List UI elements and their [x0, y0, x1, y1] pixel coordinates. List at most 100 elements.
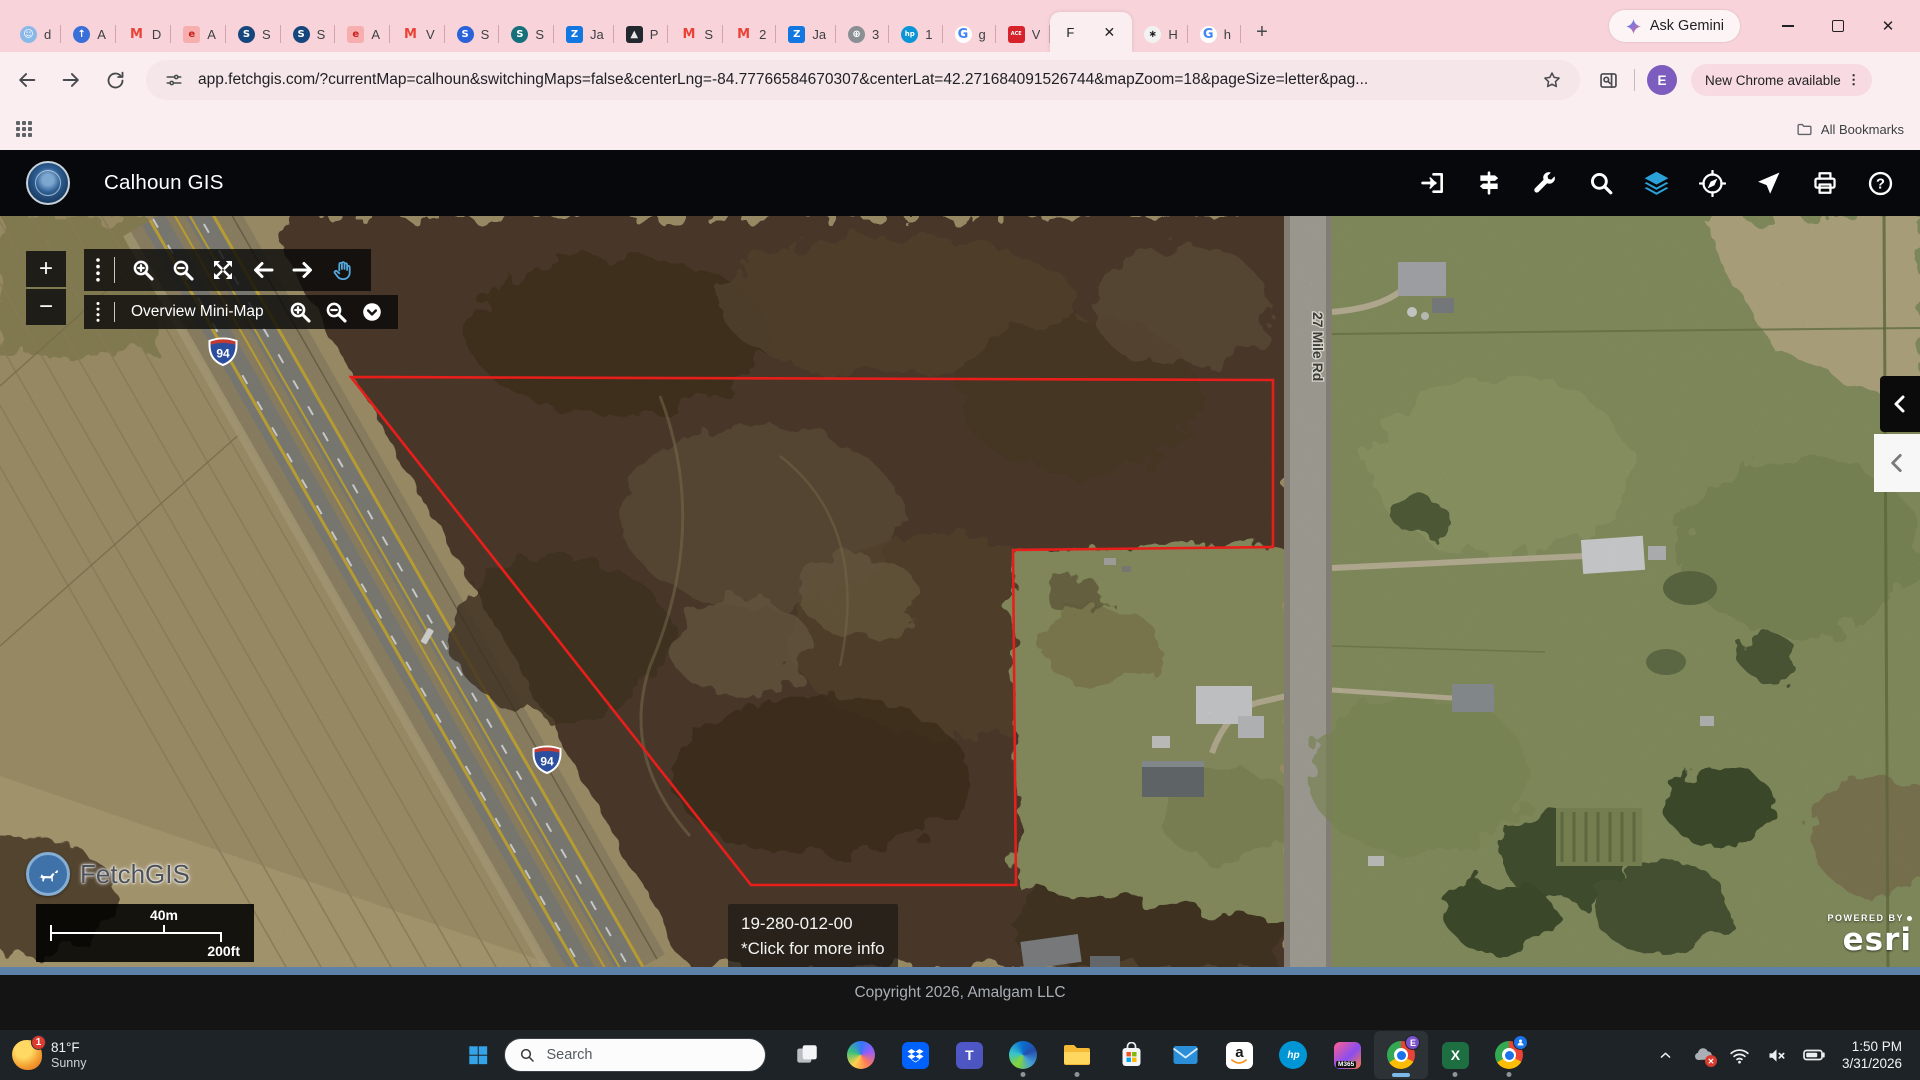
browser-tab[interactable]: ZJa — [776, 16, 836, 52]
taskbar-app-hp[interactable]: hp — [1266, 1031, 1320, 1079]
onedrive-error-icon[interactable]: ✕ — [1688, 1038, 1718, 1072]
taskbar-app-teams[interactable]: T — [942, 1031, 996, 1079]
browser-tab[interactable]: MD — [116, 16, 171, 52]
help-icon[interactable]: ? — [1867, 170, 1894, 197]
taskbar-app-dropbox[interactable] — [888, 1031, 942, 1079]
toolbar-divider — [114, 257, 115, 282]
refresh-button[interactable] — [98, 63, 132, 97]
send-icon[interactable] — [1755, 170, 1782, 197]
minimize-button[interactable] — [1778, 16, 1798, 36]
start-button[interactable] — [458, 1035, 498, 1075]
zoom-out-icon[interactable] — [163, 254, 203, 286]
wifi-icon[interactable] — [1725, 1038, 1755, 1072]
parcel-tooltip[interactable]: 19-280-012-00 *Click for more info — [728, 904, 898, 967]
arrow-right-icon[interactable] — [283, 254, 323, 286]
update-chrome-button[interactable]: New Chrome available ⋮ — [1691, 64, 1872, 96]
close-button[interactable]: ✕ — [1878, 16, 1898, 36]
browser-tab[interactable]: ∗H — [1132, 16, 1187, 52]
browser-tab[interactable]: MS — [668, 16, 723, 52]
svg-text:94: 94 — [216, 347, 230, 361]
weather-temperature: 81°F — [51, 1040, 86, 1056]
browser-tab[interactable]: eA — [335, 16, 390, 52]
forward-button[interactable] — [54, 63, 88, 97]
url-text[interactable]: app.fetchgis.com/?currentMap=calhoun&swi… — [198, 71, 1538, 89]
tray-expand-icon[interactable] — [1651, 1038, 1681, 1072]
tab-label: h — [1224, 27, 1231, 42]
print-icon[interactable] — [1811, 170, 1838, 197]
taskbar-app-excel[interactable]: X — [1428, 1031, 1482, 1079]
volume-muted-icon[interactable] — [1762, 1038, 1792, 1072]
browser-tab[interactable]: SS — [226, 16, 281, 52]
map-viewport[interactable]: 94 94 27 Mile Rd + − — [0, 216, 1920, 967]
horizontal-scrollbar[interactable] — [0, 967, 1920, 975]
bookmark-star-icon[interactable] — [1538, 66, 1566, 94]
browser-tab[interactable]: SS — [281, 16, 336, 52]
zoom-in-icon[interactable] — [123, 254, 163, 286]
sidebar-search-icon[interactable] — [1594, 66, 1622, 94]
address-bar[interactable]: app.fetchgis.com/?currentMap=calhoun&swi… — [146, 60, 1580, 100]
browser-tab[interactable]: ↑A — [61, 16, 116, 52]
sign-in-icon[interactable] — [1419, 170, 1446, 197]
extent-icon[interactable] — [203, 254, 243, 286]
taskbar-app-store[interactable] — [1104, 1031, 1158, 1079]
maximize-button[interactable] — [1828, 16, 1848, 36]
taskbar-search[interactable]: Search — [504, 1038, 766, 1072]
tab-close-icon[interactable]: ✕ — [1100, 23, 1118, 41]
layers-icon[interactable] — [1643, 170, 1670, 197]
browser-tab[interactable]: M2 — [723, 16, 776, 52]
browser-tab[interactable]: eA — [171, 16, 226, 52]
browser-tab-strip: ☺d↑AMDeASSSSeAMVSSSSZJa▲PMSM2ZJa⊕3hp1GgA… — [0, 0, 1920, 52]
browser-menu-icon[interactable]: ⋮ — [1841, 72, 1867, 88]
all-bookmarks-button[interactable]: All Bookmarks — [1796, 121, 1904, 138]
taskbar-app-m365[interactable]: M365 — [1320, 1031, 1374, 1079]
tools-icon[interactable] — [1531, 170, 1558, 197]
search-icon[interactable] — [1587, 170, 1614, 197]
taskbar-app-edge[interactable] — [996, 1031, 1050, 1079]
zoom-out-icon[interactable] — [318, 299, 354, 325]
fetchgis-logo[interactable]: FetchGIS — [26, 852, 190, 896]
taskbar-app-copilot[interactable] — [834, 1031, 888, 1079]
browser-tab[interactable]: Gg — [943, 16, 996, 52]
browser-tab[interactable]: ⊕3 — [836, 16, 889, 52]
county-seal-logo[interactable] — [26, 161, 70, 205]
map-zoom-out-button[interactable]: − — [26, 289, 66, 325]
browser-tab[interactable]: ACEV — [996, 16, 1051, 52]
zoom-in-icon[interactable] — [282, 299, 318, 325]
map-zoom-in-button[interactable]: + — [26, 251, 66, 287]
battery-icon[interactable] — [1799, 1038, 1829, 1072]
active-tab[interactable]: F✕ — [1050, 12, 1132, 52]
browser-tab[interactable]: MV — [390, 16, 445, 52]
taskbar-app-icons: TahpM365EX — [780, 1031, 1536, 1079]
browser-tab[interactable]: ☺d — [8, 16, 61, 52]
browser-tab[interactable]: hp1 — [889, 16, 942, 52]
browser-tab[interactable]: SS — [445, 16, 500, 52]
taskbar-app-chrome-secondary[interactable] — [1482, 1031, 1536, 1079]
tab-favicon: Z — [788, 26, 805, 43]
chevron-down-circle-icon[interactable] — [354, 299, 390, 325]
taskbar-app-task-view[interactable] — [780, 1031, 834, 1079]
profile-avatar[interactable]: E — [1647, 65, 1677, 95]
new-tab-button[interactable]: + — [1247, 17, 1277, 47]
panel-collapse-button-secondary[interactable] — [1874, 434, 1920, 492]
taskbar-app-mail[interactable] — [1158, 1031, 1212, 1079]
taskbar-app-chrome-profile[interactable]: E — [1374, 1031, 1428, 1079]
taskbar-app-file-explorer[interactable] — [1050, 1031, 1104, 1079]
signpost-icon[interactable] — [1475, 170, 1502, 197]
browser-tab[interactable]: ▲P — [614, 16, 669, 52]
compass-icon[interactable] — [1699, 170, 1726, 197]
taskbar-clock[interactable]: 1:50 PM 3/31/2026 — [1842, 1038, 1902, 1072]
hand-icon[interactable] — [323, 254, 363, 286]
panel-collapse-button[interactable] — [1880, 376, 1920, 432]
apps-grid-icon[interactable] — [16, 121, 32, 137]
taskbar-app-amazon[interactable]: a — [1212, 1031, 1266, 1079]
drag-handle-icon[interactable] — [90, 301, 106, 323]
browser-tab[interactable]: Gh — [1188, 16, 1241, 52]
browser-tab[interactable]: ZJa — [554, 16, 614, 52]
weather-widget[interactable]: 1 81°F Sunny — [12, 1040, 86, 1071]
browser-tab[interactable]: SS — [499, 16, 554, 52]
arrow-left-icon[interactable] — [243, 254, 283, 286]
back-button[interactable] — [10, 63, 44, 97]
site-settings-icon[interactable] — [160, 66, 188, 94]
ask-gemini-button[interactable]: Ask Gemini — [1609, 10, 1740, 42]
drag-handle-icon[interactable] — [90, 257, 106, 283]
